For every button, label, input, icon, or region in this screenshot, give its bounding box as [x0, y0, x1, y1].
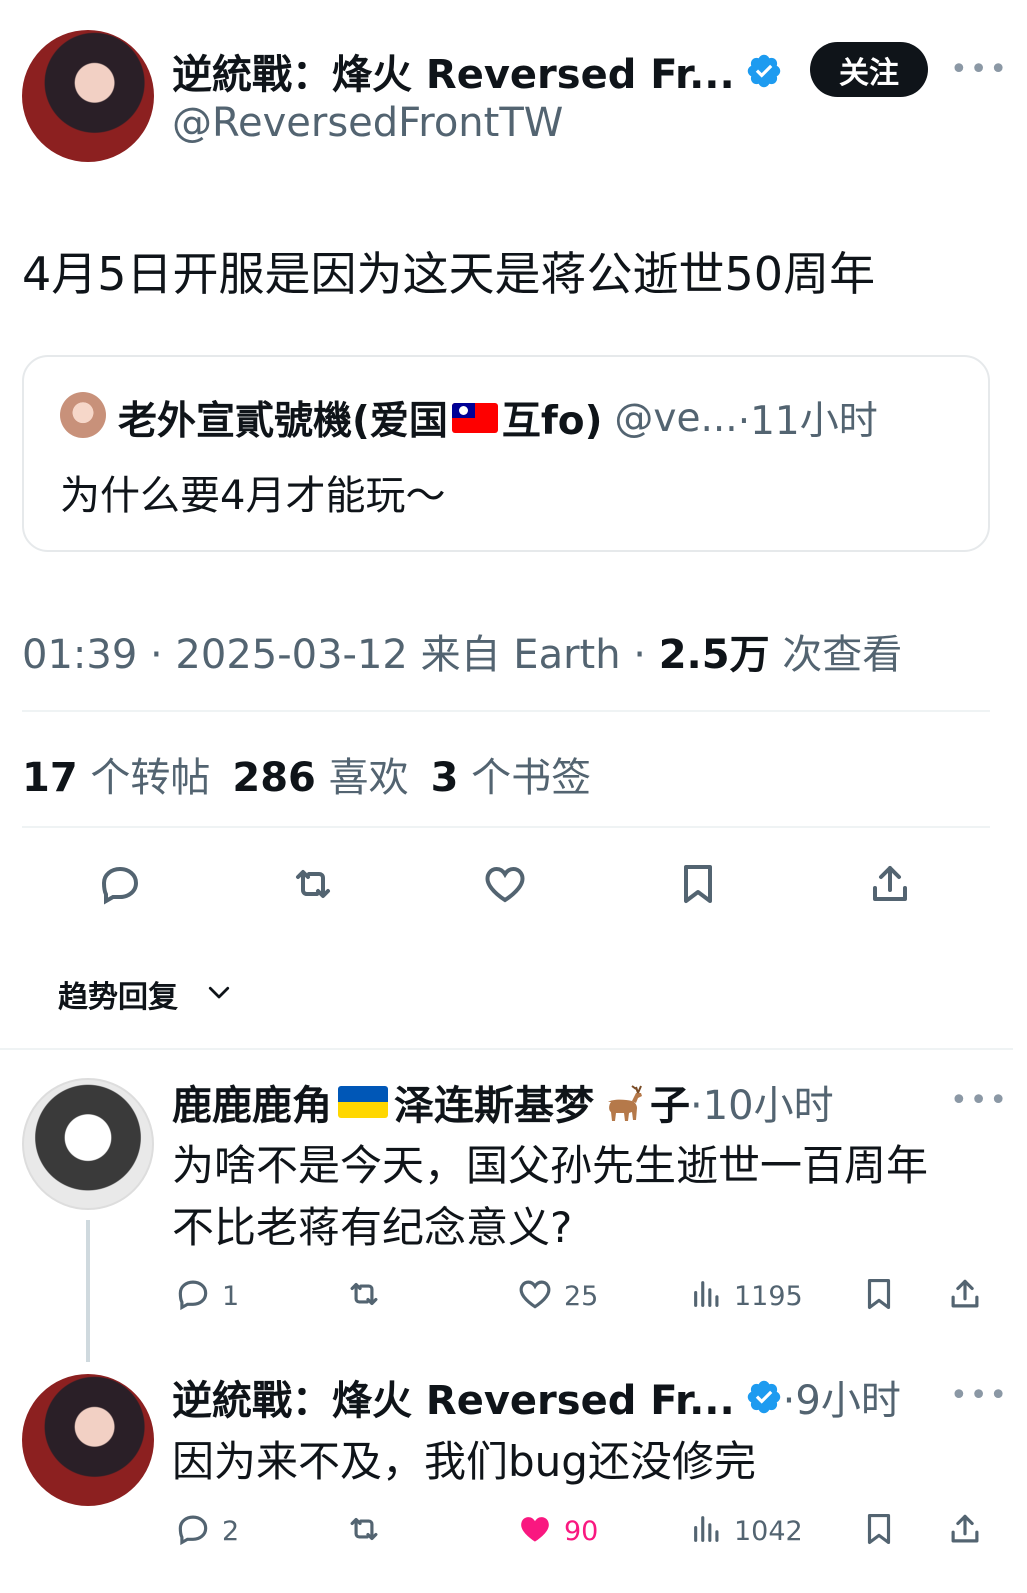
bookmark-icon[interactable] — [860, 1510, 898, 1552]
divider — [22, 710, 990, 712]
quoted-post[interactable] — [22, 355, 990, 552]
quoted-author-row: 老外宣貳號機(爱国 互fo) @ve... ·11小时 — [118, 390, 878, 446]
views-icon — [690, 1510, 724, 1552]
view-count: 2.5万 — [658, 632, 770, 678]
reply-author-avatar[interactable] — [22, 1078, 154, 1210]
thread-line — [86, 1220, 90, 1362]
chevron-down-icon — [204, 977, 234, 1011]
stat-reposts[interactable]: 17 个转帖 — [22, 745, 210, 803]
reply-action-views[interactable]: 1195 — [690, 1275, 803, 1317]
reply-text: 为啥不是今天，国父孙先生逝世一百周年 不比老蒋有纪念意义? — [172, 1135, 928, 1259]
verified-badge-icon — [745, 1378, 783, 1416]
reply-author-row[interactable]: 鹿鹿鹿角 泽连斯基梦 子 ·10小时 — [172, 1073, 834, 1131]
bookmark-icon[interactable] — [860, 1275, 898, 1317]
stat-bookmarks[interactable]: 3 个书签 — [431, 745, 592, 803]
divider — [22, 826, 990, 828]
reply-author-row[interactable]: 逆統戰：烽火 Reversed Fr... ·9小时 — [172, 1368, 901, 1426]
reply-time[interactable]: ·9小时 — [783, 1368, 901, 1426]
share-icon[interactable] — [946, 1510, 984, 1552]
view-label: 次查看 — [769, 632, 903, 678]
view-count: 1195 — [734, 1280, 803, 1312]
share-icon[interactable] — [946, 1275, 984, 1317]
reply-count: 2 — [222, 1515, 240, 1547]
bookmark-icon[interactable] — [674, 860, 722, 908]
reply-action-reply[interactable]: 1 — [174, 1275, 239, 1317]
more-icon[interactable]: ••• — [950, 1378, 1009, 1413]
more-icon[interactable]: ••• — [950, 1083, 1009, 1118]
retweet-icon — [343, 1282, 385, 1317]
taiwan-flag-icon — [451, 403, 498, 433]
reply-action-retweet[interactable] — [343, 1510, 385, 1552]
reply-icon — [174, 1510, 212, 1552]
share-icon[interactable] — [866, 860, 914, 908]
author-name-row[interactable]: 逆統戰：烽火 Reversed Fr... — [172, 42, 783, 100]
reply-author-name[interactable]: 逆統戰：烽火 Reversed Fr... — [172, 1368, 735, 1426]
quoted-author-handle: @ve... — [614, 395, 738, 441]
author-avatar[interactable] — [22, 30, 154, 162]
view-count: 1042 — [734, 1515, 803, 1547]
replies-sort-dropdown[interactable]: 趋势回复 — [58, 972, 234, 1016]
reply-author-name-suffix[interactable]: 子 — [650, 1073, 690, 1131]
quoted-author-avatar — [60, 392, 106, 438]
reply-count: 1 — [222, 1280, 240, 1312]
follow-button[interactable]: 关注 — [810, 42, 928, 97]
post-timestamp[interactable]: 01:39 · 2025-03-12 来自 Earth · — [22, 632, 659, 678]
post-meta: 01:39 · 2025-03-12 来自 Earth · 2.5万 次查看 — [22, 622, 902, 680]
reply-icon — [174, 1275, 212, 1317]
like-count: 25 — [564, 1280, 599, 1312]
reply-text: 因为来不及，我们bug还没修完 — [172, 1437, 756, 1486]
reply-author-avatar[interactable] — [22, 1374, 154, 1506]
replies-sort-label: 趋势回复 — [58, 980, 178, 1015]
reply-icon[interactable] — [96, 860, 144, 908]
reply-action-like[interactable]: 25 — [516, 1275, 598, 1317]
deer-icon — [598, 1080, 646, 1124]
author-name[interactable]: 逆統戰：烽火 Reversed Fr... — [172, 42, 735, 100]
verified-badge-icon — [745, 52, 783, 90]
post-text: 4月5日开服是因为这天是蒋公逝世50周年 — [22, 247, 876, 301]
quoted-post-text: 为什么要4月才能玩～ — [60, 473, 446, 519]
ukraine-flag-icon — [338, 1086, 388, 1118]
reply-author-name[interactable]: 鹿鹿鹿角 — [172, 1073, 332, 1131]
like-icon — [516, 1275, 554, 1317]
author-handle[interactable]: @ReversedFrontTW — [172, 100, 563, 146]
reply-time[interactable]: ·10小时 — [690, 1073, 834, 1131]
reply-action-reply[interactable]: 2 — [174, 1510, 239, 1552]
post-stats: 17 个转帖 286 喜欢 3 个书签 — [22, 745, 591, 803]
retweet-icon — [343, 1517, 385, 1552]
like-icon — [516, 1510, 554, 1552]
views-icon — [690, 1275, 724, 1317]
more-icon[interactable]: ••• — [950, 52, 1009, 87]
reply-action-like[interactable]: 90 — [516, 1510, 598, 1552]
stat-likes[interactable]: 286 喜欢 — [232, 745, 408, 803]
retweet-icon[interactable] — [288, 860, 338, 908]
reply-author-name-mid[interactable]: 泽连斯基梦 — [394, 1073, 594, 1131]
reply-action-views[interactable]: 1042 — [690, 1510, 803, 1552]
quoted-post-time: ·11小时 — [737, 399, 878, 444]
reply-text-line: 不比老蒋有纪念意义? — [172, 1203, 573, 1252]
like-count: 90 — [564, 1515, 599, 1547]
divider — [0, 1048, 1013, 1050]
like-icon[interactable] — [481, 860, 529, 908]
reply-text-line: 为啥不是今天，国父孙先生逝世一百周年 — [172, 1141, 929, 1190]
quoted-author-name-suffix: 互fo) — [501, 399, 603, 444]
reply-action-retweet[interactable] — [343, 1275, 385, 1317]
quoted-author-name: 老外宣貳號機(爱国 — [118, 399, 448, 444]
